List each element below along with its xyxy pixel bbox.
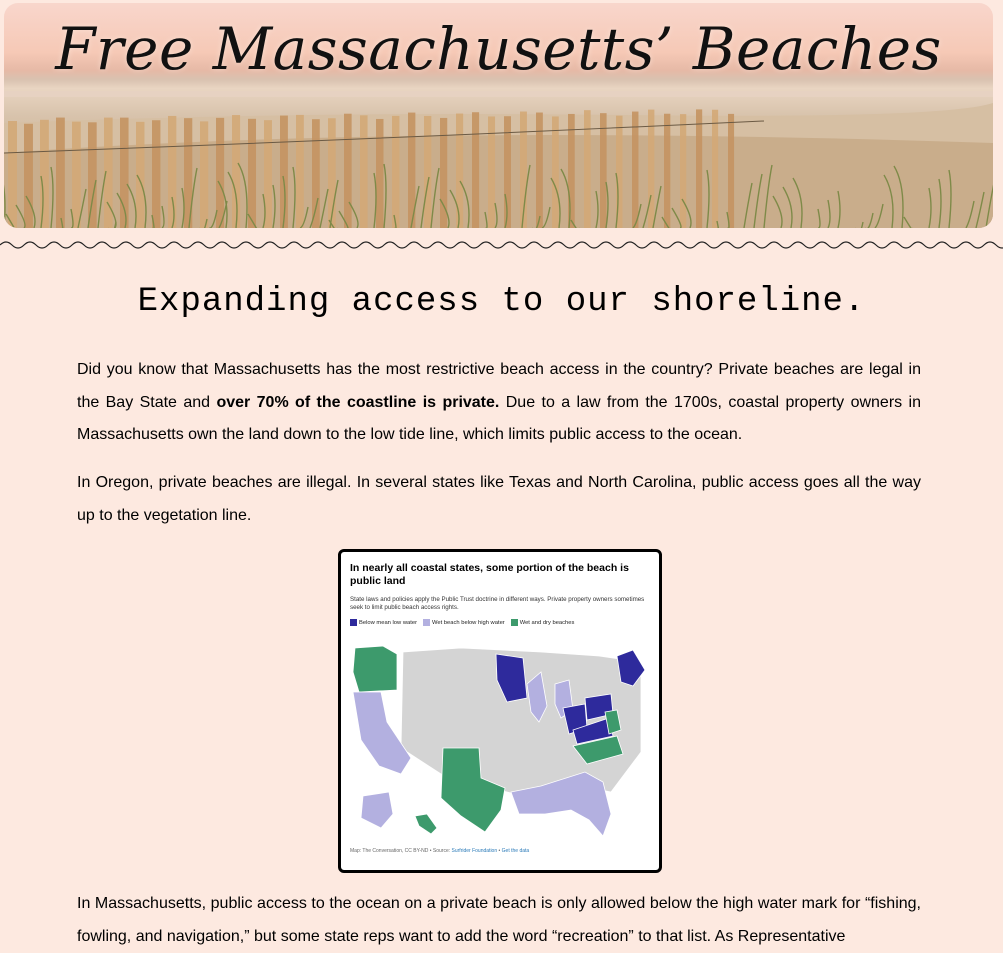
- legend-item-low-water: Below mean low water: [350, 619, 417, 626]
- map-state-14: [360, 791, 394, 829]
- legend-swatch: [350, 619, 357, 626]
- legend-swatch: [510, 619, 518, 626]
- site-title: Free Massachusetts’ Beaches: [55, 15, 942, 83]
- map-subtitle: State laws and policies apply the Public…: [350, 596, 645, 611]
- oregon-paragraph: In Oregon, private beaches are illegal. …: [77, 474, 921, 524]
- private-coastline-stat: over 70% of the coastline is private.: [216, 393, 500, 411]
- map-state-15: [414, 813, 438, 835]
- get-data-link[interactable]: Get the data: [502, 848, 530, 854]
- legend-item-high-water: Wet beach below high water: [423, 619, 505, 626]
- legend-swatch: [423, 619, 430, 626]
- map-state-1: [352, 645, 398, 693]
- massachusetts-paragraph: In Massachusetts, public access to the o…: [77, 895, 921, 945]
- surfrider-link[interactable]: Surfrider Foundation: [452, 848, 498, 854]
- beach-access-map: In nearly all coastal states, some porti…: [338, 549, 662, 873]
- legend-item-dry-beach: Wet and dry beaches: [510, 619, 574, 626]
- map-title: In nearly all coastal states, some porti…: [350, 562, 629, 587]
- map-source: Map: The Conversation, CC BY-ND • Source…: [350, 848, 530, 854]
- section-heading: Expanding access to our shoreline.: [137, 283, 866, 321]
- header-banner: Free Massachusetts’ Beaches: [4, 3, 993, 228]
- intro-paragraph: Did you know that Massachusetts has the …: [77, 361, 921, 443]
- wave-divider: [0, 241, 1003, 249]
- map-legend: Below mean low water Wet beach below hig…: [350, 619, 574, 626]
